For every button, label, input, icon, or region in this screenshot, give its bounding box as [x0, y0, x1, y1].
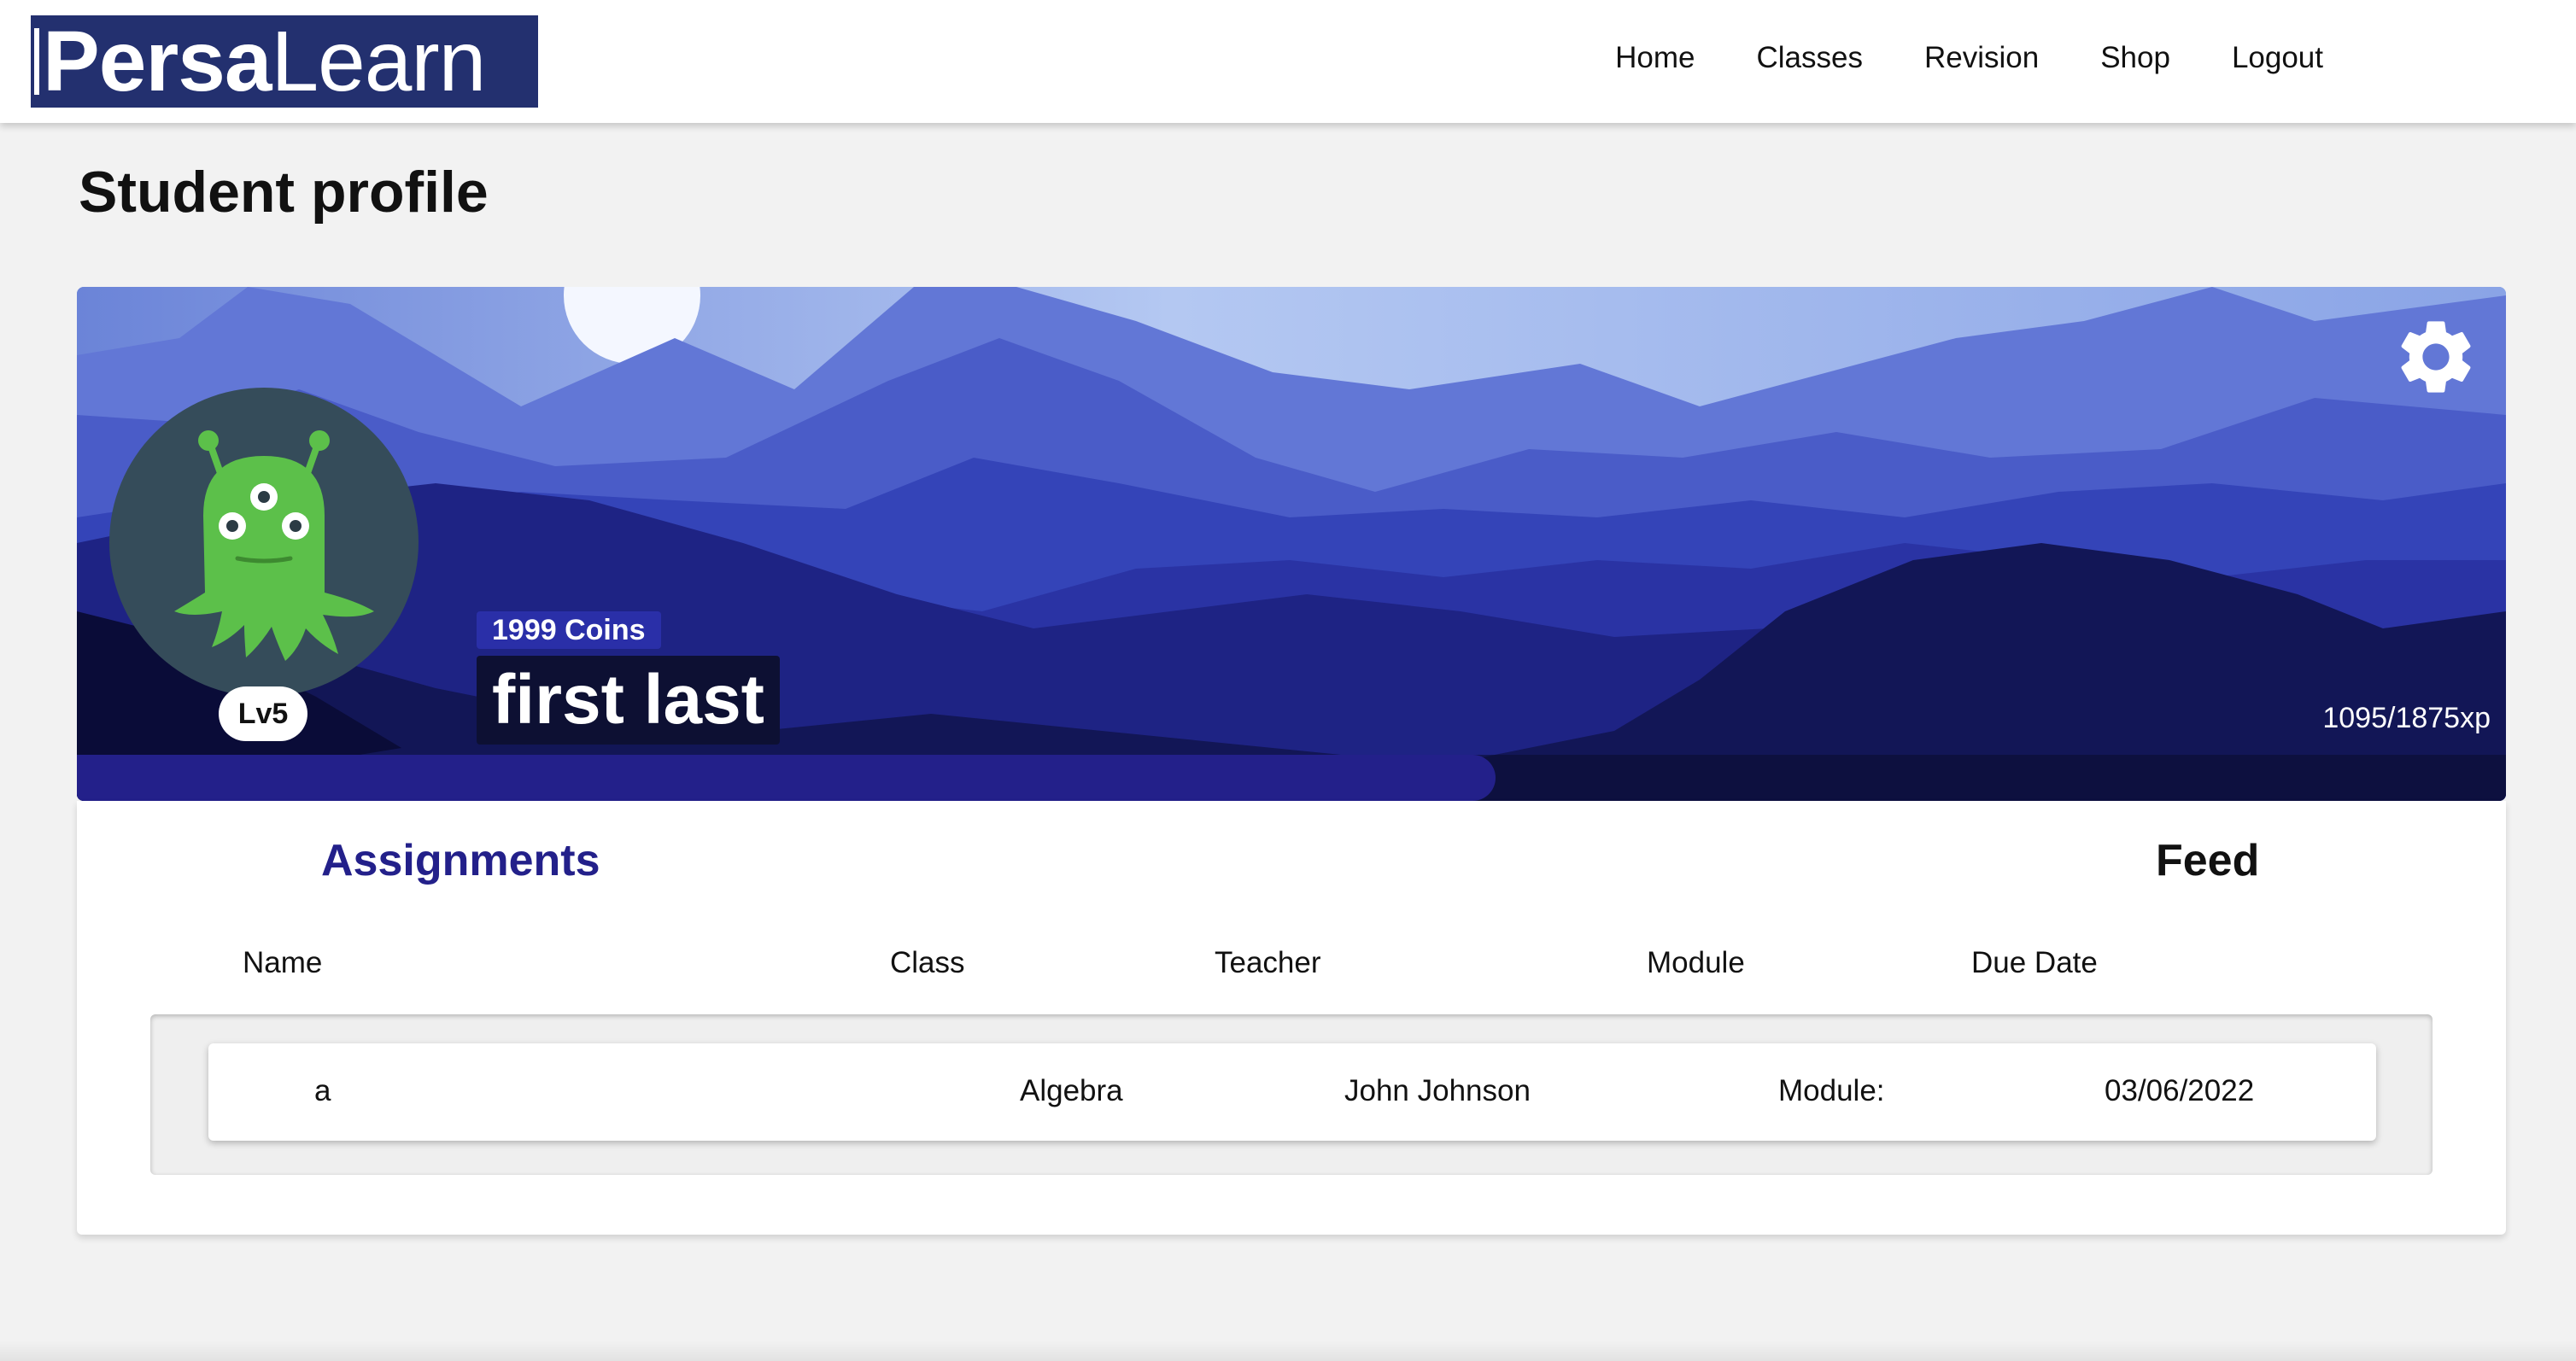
- profile-banner: Lv5 1999 Coins first last 1095/1875xp: [77, 287, 2506, 801]
- avatar[interactable]: [109, 388, 419, 697]
- coins-badge: 1999 Coins: [477, 611, 661, 649]
- column-header-due-date: Due Date: [1971, 946, 2098, 979]
- page-title: Student profile: [79, 160, 489, 225]
- student-name: first last: [477, 656, 780, 745]
- assignment-class: Algebra: [1020, 1074, 1123, 1107]
- assignment-teacher: John Johnson: [1344, 1074, 1531, 1107]
- assignment-name: a: [314, 1074, 331, 1107]
- table-row[interactable]: a Algebra John Johnson Module: 03/06/202…: [208, 1043, 2376, 1141]
- nav-home[interactable]: Home: [1615, 41, 1695, 75]
- persalearn-logo[interactable]: Persa Learn: [31, 15, 538, 108]
- navbar: Persa Learn Home Classes Revision Shop L…: [0, 0, 2576, 123]
- green-alien-icon: [174, 430, 374, 661]
- level-badge: Lv5: [219, 686, 307, 741]
- nav-shop[interactable]: Shop: [2100, 41, 2170, 75]
- column-header-name: Name: [243, 946, 323, 979]
- column-header-module: Module: [1647, 946, 1745, 979]
- assignment-module: Module:: [1778, 1074, 1885, 1107]
- settings-gear-button[interactable]: [2392, 313, 2480, 401]
- tab-feed[interactable]: Feed: [2156, 835, 2259, 886]
- nav-logout[interactable]: Logout: [2232, 41, 2323, 75]
- logo-text-light: Learn: [271, 15, 486, 108]
- mountain-background: [77, 287, 2506, 801]
- nav-classes[interactable]: Classes: [1756, 41, 1862, 75]
- xp-progress-text: 1095/1875xp: [2322, 702, 2491, 734]
- gear-icon: [2401, 321, 2471, 393]
- assignment-due-date: 03/06/2022: [2105, 1074, 2255, 1107]
- column-header-class: Class: [890, 946, 965, 979]
- logo-text-bold: Persa: [43, 15, 272, 108]
- nav-revision[interactable]: Revision: [1924, 41, 2039, 75]
- page-bottom-shade: [0, 1341, 2576, 1361]
- profile-content-card: Assignments Feed Name Class Teacher Modu…: [77, 801, 2506, 1235]
- nav-links: Home Classes Revision Shop Logout: [1615, 41, 2323, 75]
- tab-assignments[interactable]: Assignments: [321, 835, 600, 886]
- column-header-teacher: Teacher: [1215, 946, 1321, 979]
- logo-cursor-mark: [34, 28, 39, 95]
- xp-progress-fill: [77, 755, 1496, 801]
